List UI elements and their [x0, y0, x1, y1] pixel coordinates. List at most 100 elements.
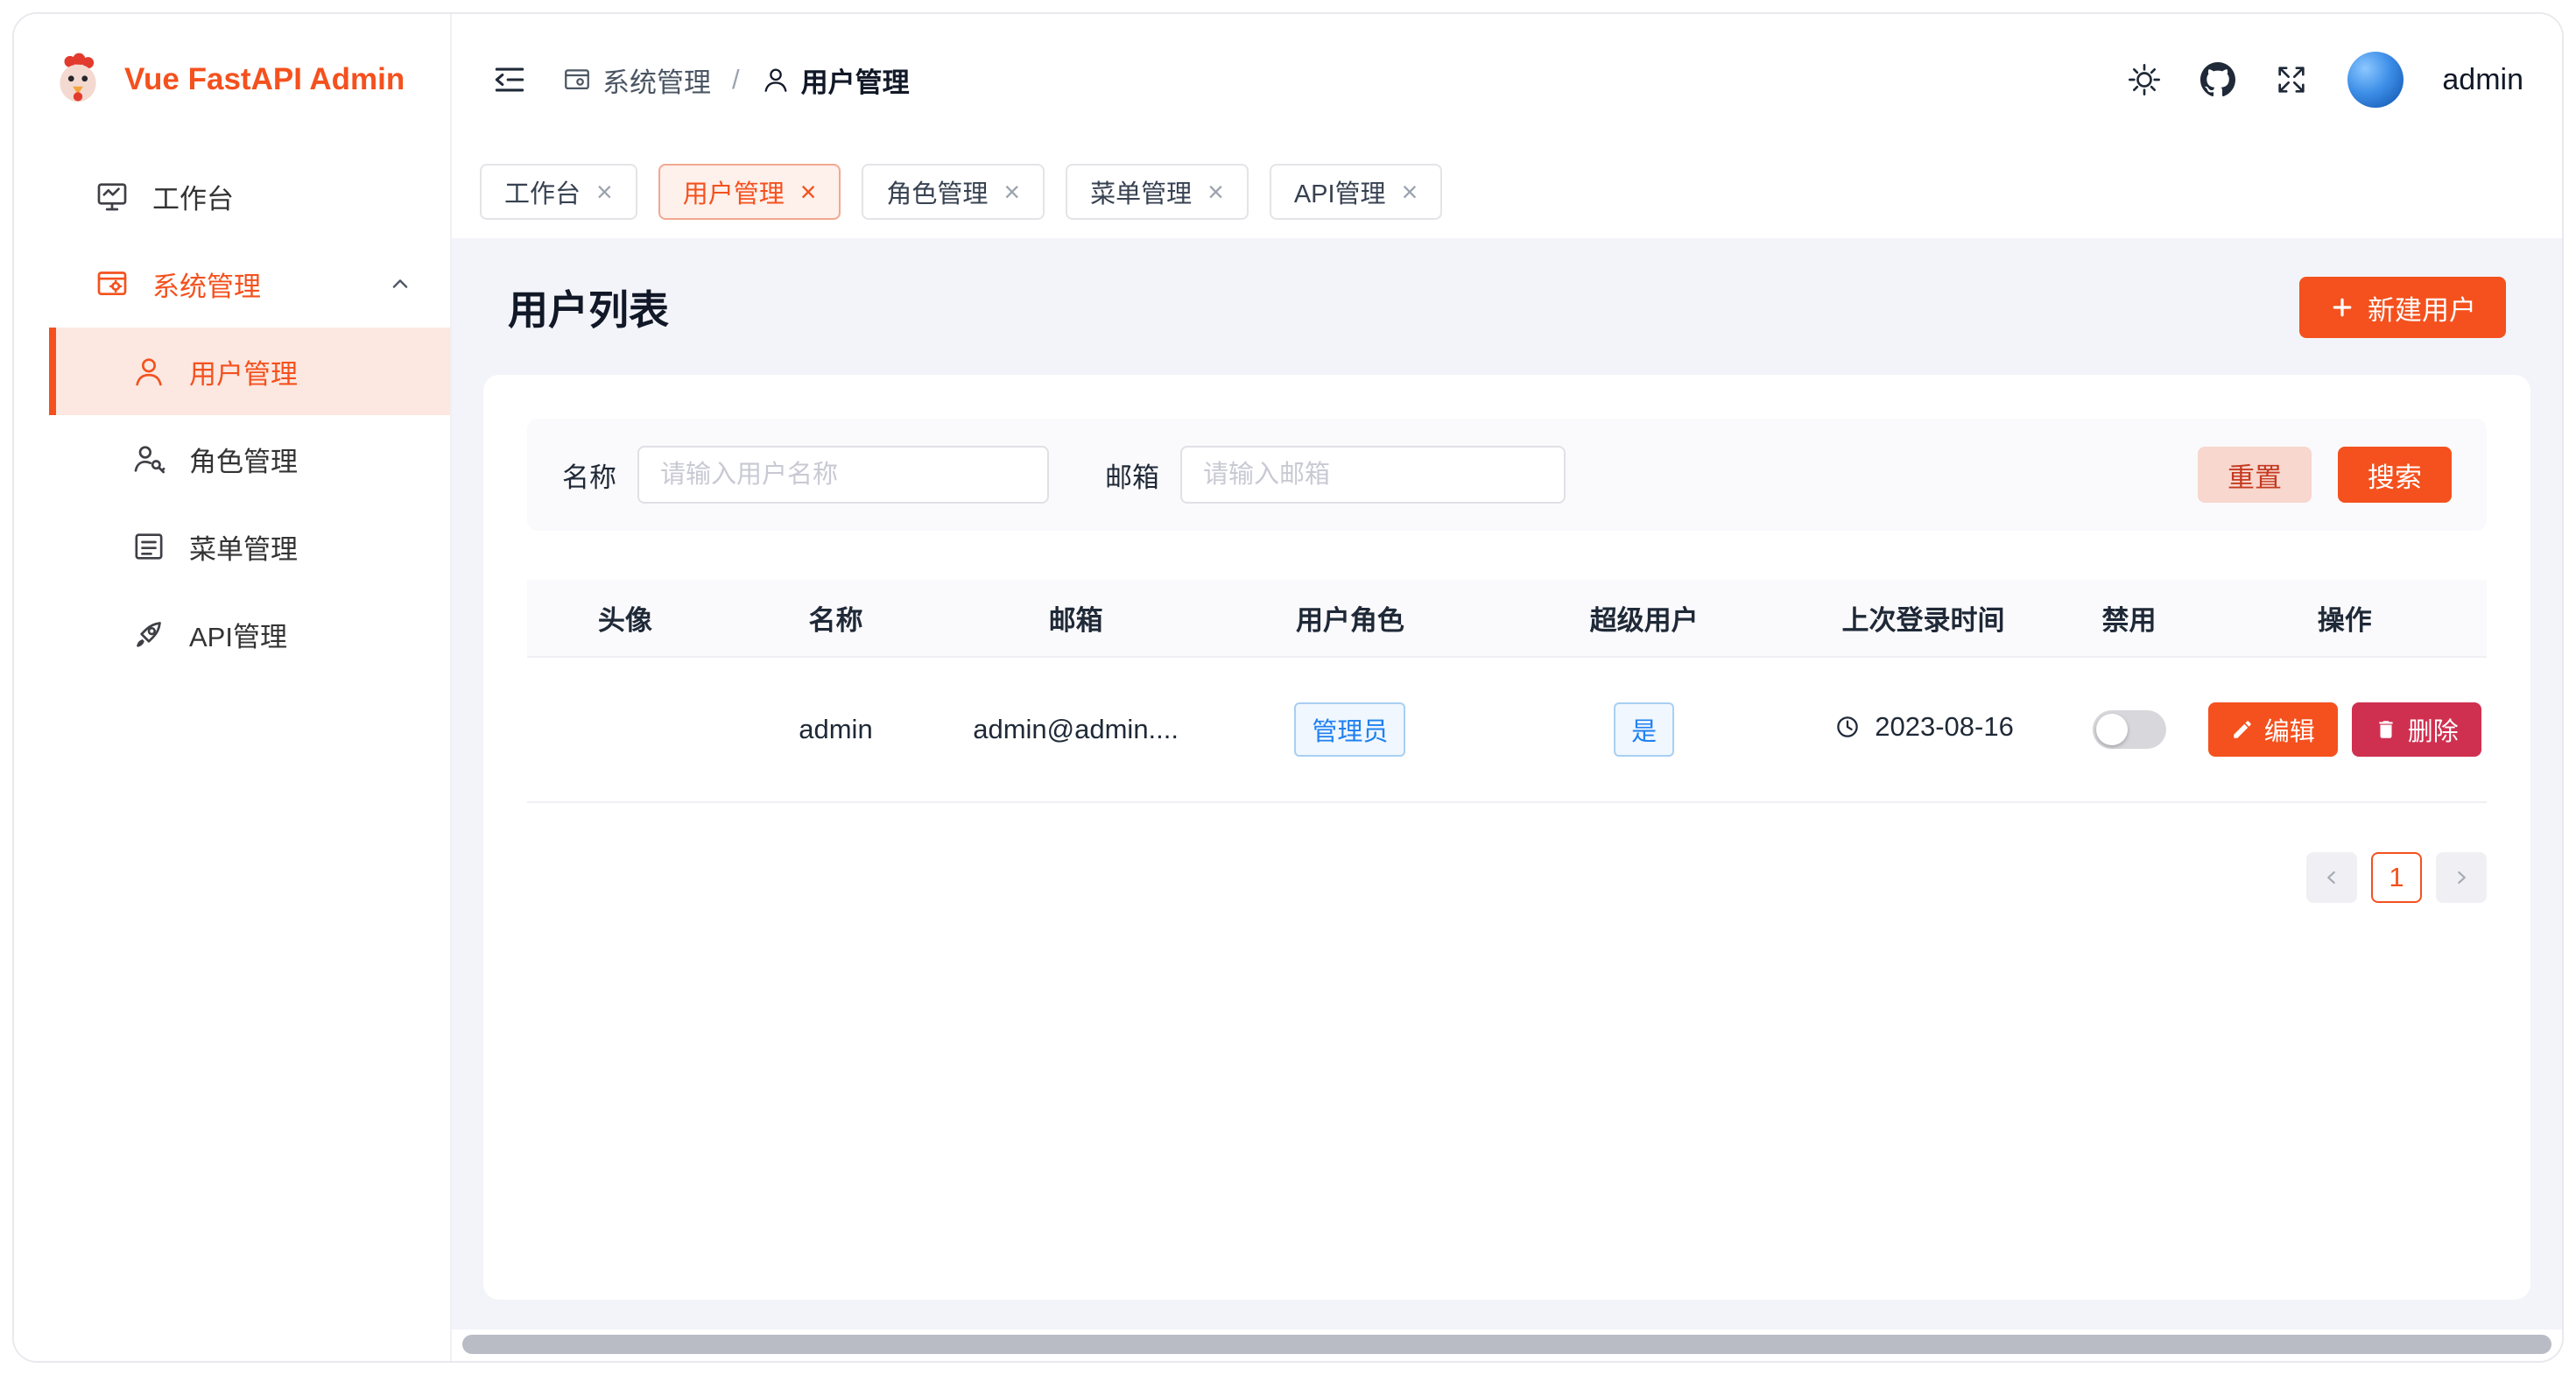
close-icon[interactable]: × [1207, 178, 1224, 206]
sidebar: Vue FastAPI Admin 工作台 [14, 14, 452, 1361]
menu-list-icon [131, 529, 166, 564]
table-header-row: 头像 名称 邮箱 用户角色 超级用户 上次登录时间 禁用 操作 [527, 580, 2487, 657]
plus-icon [2329, 294, 2355, 321]
tab-label: 菜单管理 [1090, 173, 1192, 210]
column-header-disabled: 禁用 [2056, 580, 2203, 657]
app-window: Vue FastAPI Admin 工作台 [12, 12, 2564, 1363]
tab-role-management[interactable]: 角色管理 × [862, 164, 1045, 220]
tab-user-management[interactable]: 用户管理 × [658, 164, 841, 220]
edit-button[interactable]: 编辑 [2208, 702, 2338, 757]
superuser-badge: 是 [1614, 702, 1674, 757]
close-icon[interactable]: × [800, 178, 817, 206]
fullscreen-icon[interactable] [2274, 62, 2309, 97]
close-icon[interactable]: × [596, 178, 613, 206]
breadcrumb-separator: / [732, 64, 740, 95]
breadcrumb-label: 用户管理 [801, 60, 910, 100]
column-header-email: 邮箱 [948, 580, 1203, 657]
pagination-next-button[interactable] [2436, 852, 2487, 903]
tab-menu-management[interactable]: 菜单管理 × [1066, 164, 1249, 220]
sidebar-item-system-management[interactable]: 系统管理 [14, 240, 450, 328]
email-filter-label: 邮箱 [1105, 455, 1159, 495]
topbar: 系统管理 / 用户管理 [452, 14, 2562, 145]
close-icon[interactable]: × [1003, 178, 1020, 206]
table-row: admin admin@admin.... 管理员 是 [527, 657, 2487, 802]
column-header-role: 用户角色 [1203, 580, 1497, 657]
sidebar-item-label: API管理 [189, 615, 287, 654]
column-header-superuser: 超级用户 [1497, 580, 1791, 657]
system-settings-icon [562, 65, 592, 95]
delete-button[interactable]: 删除 [2352, 702, 2481, 757]
api-rocket-icon [131, 617, 166, 652]
page-title: 用户列表 [508, 279, 669, 336]
avatar-cell [527, 657, 723, 802]
column-header-name: 名称 [723, 580, 948, 657]
name-filter-input[interactable] [637, 446, 1049, 504]
role-cell: 管理员 [1203, 657, 1497, 802]
tab-api-management[interactable]: API管理 × [1270, 164, 1442, 220]
column-header-actions: 操作 [2202, 580, 2487, 657]
tab-bar: 工作台 × 用户管理 × 角色管理 × 菜单管理 × API管理 × [452, 145, 2562, 238]
tab-workbench[interactable]: 工作台 × [480, 164, 637, 220]
theme-toggle-icon[interactable] [2127, 62, 2162, 97]
rooster-logo-icon [51, 53, 105, 107]
sidebar-submenu: 用户管理 角色管理 [14, 328, 450, 678]
actions-cell: 编辑 删除 [2202, 657, 2487, 802]
pagination-page-1[interactable]: 1 [2371, 852, 2422, 903]
clock-icon [1833, 712, 1862, 742]
sidebar-item-label: 用户管理 [189, 352, 298, 391]
sidebar-item-label: 菜单管理 [189, 527, 298, 567]
create-user-button[interactable]: 新建用户 [2299, 277, 2506, 338]
user-icon [761, 65, 791, 95]
horizontal-scrollbar[interactable] [462, 1335, 2551, 1354]
user-list-card: 名称 邮箱 重置 搜索 [483, 375, 2530, 1300]
reset-button[interactable]: 重置 [2198, 447, 2312, 503]
filter-bar: 名称 邮箱 重置 搜索 [527, 419, 2487, 531]
monitor-icon [95, 179, 130, 214]
collapse-sidebar-icon[interactable] [490, 60, 529, 99]
last-login-value: 2023-08-16 [1875, 711, 2014, 743]
search-button[interactable]: 搜索 [2338, 447, 2452, 503]
breadcrumb-user-management[interactable]: 用户管理 [761, 60, 910, 100]
disabled-cell [2056, 657, 2203, 802]
close-icon[interactable]: × [1402, 178, 1418, 206]
last-login-cell: 2023-08-16 [1791, 657, 2055, 802]
chevron-up-icon [385, 269, 415, 299]
email-cell: admin@admin.... [948, 657, 1203, 802]
disabled-toggle[interactable] [2093, 710, 2166, 749]
user-icon [131, 354, 166, 389]
breadcrumb-label: 系统管理 [602, 60, 711, 100]
role-icon [131, 441, 166, 476]
sidebar-item-user-management[interactable]: 用户管理 [49, 328, 450, 415]
trash-icon [2375, 718, 2397, 741]
avatar[interactable] [2347, 52, 2404, 108]
sidebar-item-workbench[interactable]: 工作台 [14, 152, 450, 240]
tab-label: 工作台 [504, 173, 581, 210]
pagination: 1 [527, 852, 2487, 903]
superuser-cell: 是 [1497, 657, 1791, 802]
tab-label: 用户管理 [683, 173, 785, 210]
sidebar-item-label: 工作台 [152, 177, 234, 216]
sidebar-item-menu-management[interactable]: 菜单管理 [14, 503, 450, 590]
app-logo[interactable]: Vue FastAPI Admin [14, 14, 450, 145]
name-filter-label: 名称 [562, 455, 616, 495]
github-icon[interactable] [2200, 62, 2235, 97]
breadcrumb-system-management[interactable]: 系统管理 [562, 60, 711, 100]
sidebar-item-label: 角色管理 [189, 440, 298, 479]
page-content: 用户列表 新建用户 名称 邮 [452, 238, 2562, 1329]
sidebar-item-api-management[interactable]: API管理 [14, 590, 450, 678]
sidebar-item-role-management[interactable]: 角色管理 [14, 415, 450, 503]
column-header-avatar: 头像 [527, 580, 723, 657]
sidebar-item-label: 系统管理 [152, 264, 261, 304]
pagination-prev-button[interactable] [2306, 852, 2357, 903]
breadcrumb: 系统管理 / 用户管理 [562, 60, 910, 100]
sidebar-nav: 工作台 系统管理 [14, 145, 450, 678]
users-table: 头像 名称 邮箱 用户角色 超级用户 上次登录时间 禁用 操作 [527, 580, 2487, 803]
username[interactable]: admin [2442, 63, 2523, 97]
app-title: Vue FastAPI Admin [124, 62, 405, 97]
column-header-last-login: 上次登录时间 [1791, 580, 2055, 657]
name-cell: admin [723, 657, 948, 802]
system-settings-icon [95, 266, 130, 301]
tab-label: API管理 [1294, 173, 1386, 210]
main-area: 系统管理 / 用户管理 [452, 14, 2562, 1361]
email-filter-input[interactable] [1180, 446, 1566, 504]
